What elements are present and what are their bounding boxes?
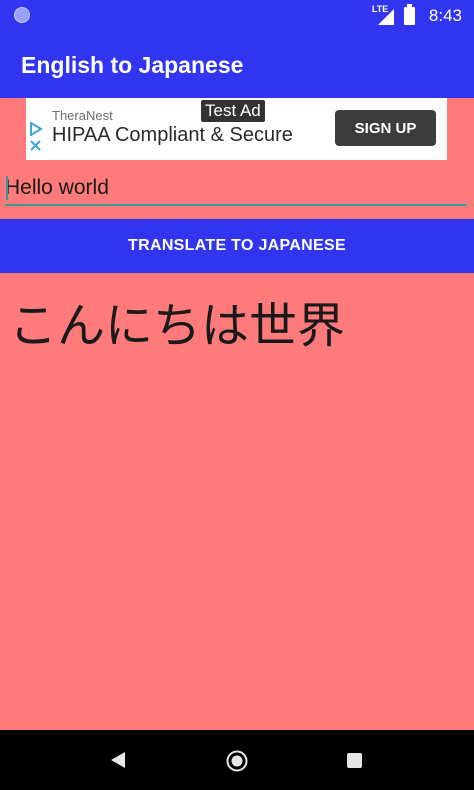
ad-signup-button[interactable]: SIGN UP: [335, 110, 436, 146]
ad-headline: HIPAA Compliant & Secure: [52, 124, 293, 146]
notification-dot-icon: [14, 7, 30, 23]
network-label: LTE: [371, 4, 389, 14]
navigation-bar: [0, 730, 474, 790]
app-bar: English to Japanese: [0, 32, 474, 98]
app-title: English to Japanese: [21, 52, 244, 78]
battery-icon: [403, 4, 415, 25]
back-icon[interactable]: [110, 751, 126, 769]
status-bar: LTE 8:43: [0, 0, 474, 32]
ad-banner[interactable]: Test Ad TheraNest HIPAA Compliant & Secu…: [26, 98, 447, 160]
recents-icon[interactable]: [347, 753, 362, 768]
text-cursor: [6, 176, 8, 200]
english-input-container[interactable]: [5, 172, 467, 208]
translate-button[interactable]: TRANSLATE TO JAPANESE: [0, 219, 474, 273]
test-ad-badge: Test Ad: [201, 100, 265, 122]
home-icon[interactable]: [226, 750, 248, 772]
japanese-output-text: こんにちは世界: [9, 298, 346, 354]
lte-signal-icon: LTE: [371, 4, 396, 26]
status-indicators: LTE 8:43: [372, 0, 462, 32]
status-time: 8:43: [428, 6, 462, 25]
ad-choices-icon[interactable]: [29, 122, 43, 136]
ad-close-icon[interactable]: [29, 139, 42, 152]
english-text-input[interactable]: [5, 172, 467, 206]
ad-company-name: TheraNest: [52, 108, 113, 123]
